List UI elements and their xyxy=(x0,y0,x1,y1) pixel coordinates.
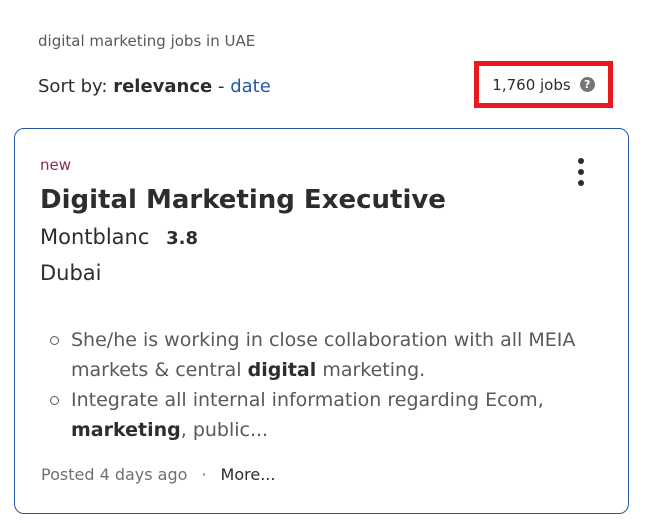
job-location: Dubai xyxy=(40,261,102,285)
snippet-highlight: digital xyxy=(247,359,317,381)
sort-controls: Sort by: relevance - date xyxy=(38,76,271,97)
job-card[interactable]: new Digital Marketing Executive Montblan… xyxy=(14,128,629,514)
company-name[interactable]: Montblanc xyxy=(40,225,149,249)
kebab-dot xyxy=(578,169,584,175)
more-link[interactable]: More... xyxy=(221,465,276,484)
footer-separator: · xyxy=(201,465,207,484)
kebab-icon[interactable] xyxy=(571,156,591,188)
company-rating[interactable]: 3.8 xyxy=(166,228,198,249)
sort-option-relevance: relevance xyxy=(113,76,213,97)
job-snippet: She/he is working in close collaboration… xyxy=(48,325,588,445)
kebab-dot xyxy=(578,158,584,164)
posted-date: Posted 4 days ago xyxy=(41,465,188,484)
snippet-highlight: marketing xyxy=(71,419,181,441)
snippet-item: She/he is working in close collaboration… xyxy=(48,325,588,385)
snippet-item: Integrate all internal information regar… xyxy=(48,385,588,445)
new-badge: new xyxy=(40,156,72,174)
sort-label: Sort by: xyxy=(38,76,108,97)
job-title[interactable]: Digital Marketing Executive xyxy=(40,185,446,215)
snippet-text: Integrate all internal information regar… xyxy=(71,389,544,411)
snippet-text: , public... xyxy=(180,419,269,441)
job-count-highlight: 1,760 jobs ? xyxy=(474,61,613,108)
sort-separator: - xyxy=(217,76,225,97)
bullet-icon xyxy=(50,396,59,405)
bullet-icon xyxy=(50,336,59,345)
search-summary: digital marketing jobs in UAE xyxy=(38,32,256,50)
sort-option-date[interactable]: date xyxy=(230,76,271,97)
snippet-text: marketing. xyxy=(316,359,426,381)
job-count: 1,760 jobs xyxy=(492,75,571,94)
job-footer: Posted 4 days ago · More... xyxy=(41,465,275,484)
kebab-dot xyxy=(578,180,584,186)
question-icon[interactable]: ? xyxy=(579,77,595,92)
company-row: Montblanc 3.8 xyxy=(40,225,198,249)
